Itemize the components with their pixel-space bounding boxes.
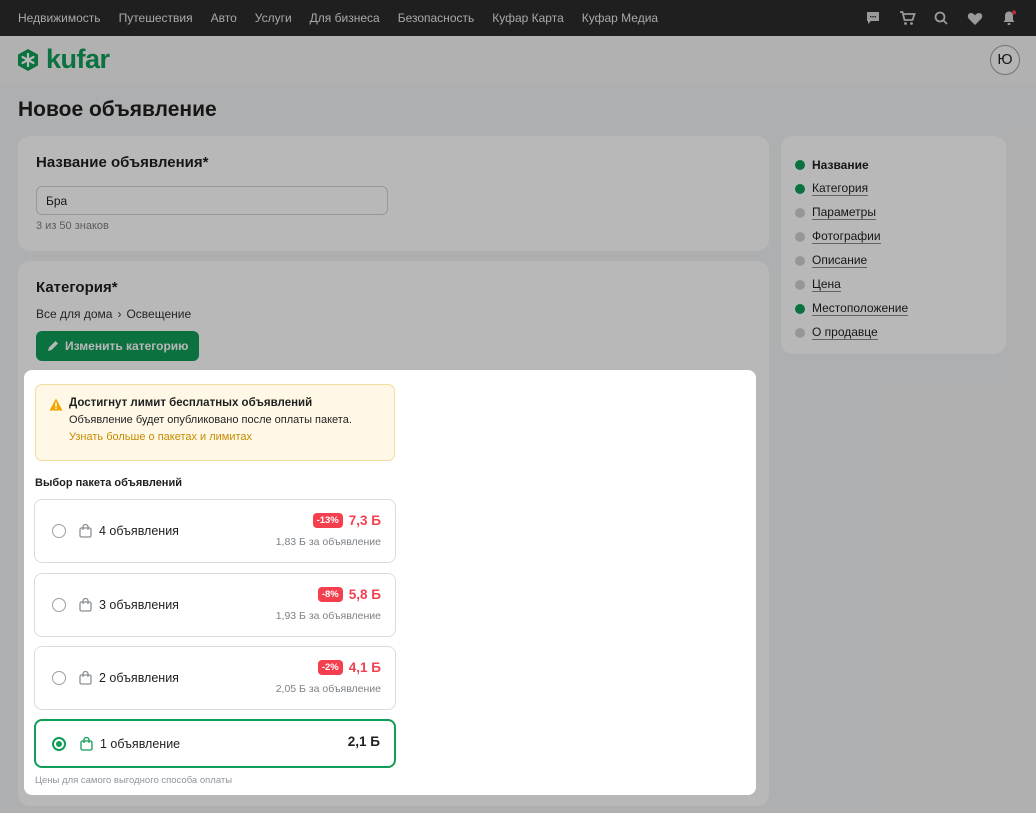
warning-icon — [49, 398, 63, 411]
package-price-row: -8% 5,8 Б — [317, 587, 381, 602]
package-radio-selected[interactable] — [52, 736, 66, 751]
package-price: 5,8 Б — [348, 587, 381, 602]
package-radio[interactable] — [52, 671, 66, 685]
bag-icon — [79, 671, 92, 685]
bag-icon — [79, 598, 92, 612]
package-name: 2 объявления — [99, 671, 179, 685]
package-name: 3 объявления — [99, 598, 179, 612]
bag-icon — [80, 736, 93, 751]
package-modal: Достигнут лимит бесплатных объявлений Об… — [24, 370, 756, 795]
limit-warning: Достигнут лимит бесплатных объявлений Об… — [35, 384, 395, 461]
discount-badge: -8% — [317, 587, 343, 602]
limits-info-link[interactable]: Узнать больше о пакетах и лимитах — [69, 431, 382, 443]
bag-icon — [79, 524, 92, 538]
package-price-row: -13% 7,3 Б — [312, 513, 381, 528]
package-radio[interactable] — [52, 598, 66, 612]
package-option-2[interactable]: 2 объявления -2% 4,1 Б 2,05 Б за объявле… — [34, 646, 396, 710]
package-price-row: 2,1 Б — [348, 734, 380, 749]
price-per-ad: 1,83 Б за объявление — [275, 536, 381, 548]
price-per-ad: 1,93 Б за объявление — [275, 610, 381, 622]
package-radio[interactable] — [52, 524, 66, 538]
package-name: 4 объявления — [99, 524, 179, 538]
discount-badge: -13% — [312, 513, 343, 528]
package-price: 7,3 Б — [348, 513, 381, 528]
price-footnote: Цены для самого выгодного способа оплаты — [35, 775, 233, 786]
warning-title: Достигнут лимит бесплатных объявлений — [69, 397, 313, 409]
package-price: 4,1 Б — [348, 660, 381, 675]
package-section-title: Выбор пакета объявлений — [35, 477, 182, 489]
package-name: 1 объявление — [100, 736, 181, 751]
package-price: 2,1 Б — [347, 734, 380, 749]
package-option-3[interactable]: 3 объявления -8% 5,8 Б 1,93 Б за объявле… — [34, 573, 396, 637]
price-per-ad: 2,05 Б за объявление — [275, 683, 381, 695]
discount-badge: -2% — [317, 660, 343, 675]
package-option-1[interactable]: 1 объявление 2,1 Б — [34, 719, 396, 768]
warning-text: Объявление будет опубликовано после опла… — [69, 414, 352, 426]
package-option-4[interactable]: 4 объявления -13% 7,3 Б 1,83 Б за объявл… — [34, 499, 396, 563]
package-price-row: -2% 4,1 Б — [317, 660, 381, 675]
